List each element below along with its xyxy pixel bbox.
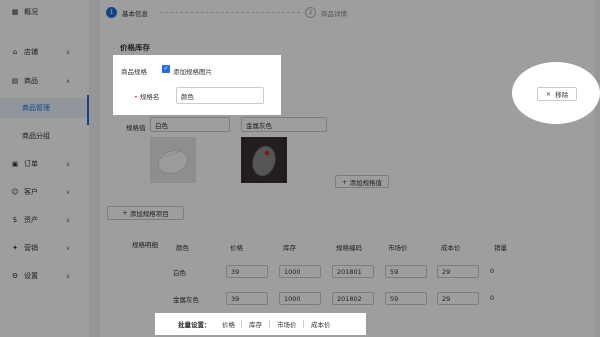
sidebar-item-overview[interactable]: ▦ 概况: [0, 2, 89, 22]
code-input[interactable]: 201801: [332, 265, 374, 278]
batch-label: 批量设置：: [178, 321, 211, 329]
sidebar-item-goods-manage[interactable]: 商品管理: [0, 98, 89, 118]
section-title: 价格库存: [120, 43, 150, 52]
divider: [269, 320, 270, 328]
table-header: 价格: [230, 244, 243, 252]
product-image-white[interactable]: [150, 137, 196, 183]
grid-icon: ▦: [11, 8, 19, 16]
chevron-down-icon: ∨: [66, 272, 71, 280]
sales-value: 0: [490, 294, 495, 302]
spec-label: 商品规格: [121, 68, 147, 76]
sidebar-item-marketing[interactable]: ✦ 营销 ∨: [0, 238, 89, 258]
add-spec-image-label: 添加规格图片: [173, 68, 212, 76]
sidebar-item-order[interactable]: ▣ 订单 ∨: [0, 154, 89, 174]
user-icon: ☺: [11, 188, 19, 196]
row-color: 金属灰色: [173, 296, 199, 304]
cost-price-input[interactable]: 29: [437, 292, 479, 305]
order-icon: ▣: [11, 160, 19, 168]
sidebar-item-asset[interactable]: $ 资产 ∨: [0, 210, 89, 230]
gear-icon: ⚙: [11, 272, 19, 280]
add-spec-image-checkbox[interactable]: ✓: [162, 65, 170, 73]
sidebar-item-settings[interactable]: ⚙ 设置 ∨: [0, 266, 89, 286]
spec-value-input-white[interactable]: 白色: [150, 117, 230, 132]
row-color: 白色: [173, 269, 186, 277]
marketing-icon: ✦: [12, 244, 18, 252]
spec-panel: [113, 55, 281, 115]
divider: [241, 320, 242, 328]
sidebar-item-goods-group[interactable]: 商品分组: [0, 126, 89, 146]
shop-icon: ⌂: [12, 48, 18, 56]
chevron-down-icon: ∨: [66, 216, 71, 224]
spec-value-input-grey[interactable]: 金属灰色: [241, 117, 327, 132]
remove-button[interactable]: × 移除: [537, 87, 577, 101]
step-goods-detail[interactable]: 2 商品详情: [305, 7, 347, 18]
asset-icon: $: [12, 216, 18, 224]
price-input[interactable]: 39: [226, 292, 268, 305]
table-header: 销量: [494, 244, 507, 252]
spec-value-label: 规格值: [126, 124, 146, 132]
code-input[interactable]: 201802: [332, 292, 374, 305]
table-header: 规格编码: [336, 244, 362, 252]
table-header: 市场价: [388, 244, 408, 252]
market-price-input[interactable]: 59: [385, 292, 427, 305]
product-image-grey[interactable]: [241, 137, 287, 183]
table-header: 库存: [283, 244, 296, 252]
sidebar: ▦ 概况 ⌂ 店铺 ∨ ▤ 商品 ∧ 商品管理 商品分组 ▣ 订单 ∨ ☺ 客户…: [0, 0, 89, 337]
divider: [303, 320, 304, 328]
chevron-down-icon: ∨: [66, 244, 71, 252]
spec-name-label: • 规格名: [134, 93, 160, 101]
sidebar-item-customer[interactable]: ☺ 客户 ∨: [0, 182, 89, 202]
sales-value: 0: [490, 267, 495, 275]
chevron-down-icon: ∨: [66, 188, 71, 196]
cost-price-input[interactable]: 29: [437, 265, 479, 278]
stock-input[interactable]: 1000: [279, 292, 321, 305]
batch-price-link[interactable]: 价格: [222, 319, 235, 329]
step-divider: [160, 12, 300, 13]
batch-market-price-link[interactable]: 市场价: [277, 319, 297, 329]
price-input[interactable]: 39: [226, 265, 268, 278]
add-spec-value-button[interactable]: + 添加规格值: [335, 175, 389, 188]
stock-input[interactable]: 1000: [279, 265, 321, 278]
table-header: 颜色: [176, 244, 189, 252]
add-spec-item-button[interactable]: + 添加规格项目: [107, 206, 184, 220]
sidebar-item-shop[interactable]: ⌂ 店铺 ∨: [0, 42, 89, 62]
spec-name-input[interactable]: 颜色: [176, 87, 264, 104]
batch-stock-link[interactable]: 库存: [249, 319, 262, 329]
chevron-down-icon: ∨: [66, 160, 71, 168]
chevron-down-icon: ∨: [66, 48, 71, 56]
sidebar-item-goods[interactable]: ▤ 商品 ∧: [0, 71, 89, 91]
close-icon: ×: [545, 90, 556, 98]
table-header: 成本价: [441, 244, 461, 252]
market-price-input[interactable]: 59: [385, 265, 427, 278]
goods-icon: ▤: [11, 77, 19, 85]
chevron-up-icon: ∧: [66, 77, 71, 85]
spec-detail-label: 规格明细: [132, 241, 158, 249]
batch-cost-price-link[interactable]: 成本价: [311, 319, 331, 329]
step-basic-info[interactable]: 1 基本信息: [106, 7, 148, 18]
